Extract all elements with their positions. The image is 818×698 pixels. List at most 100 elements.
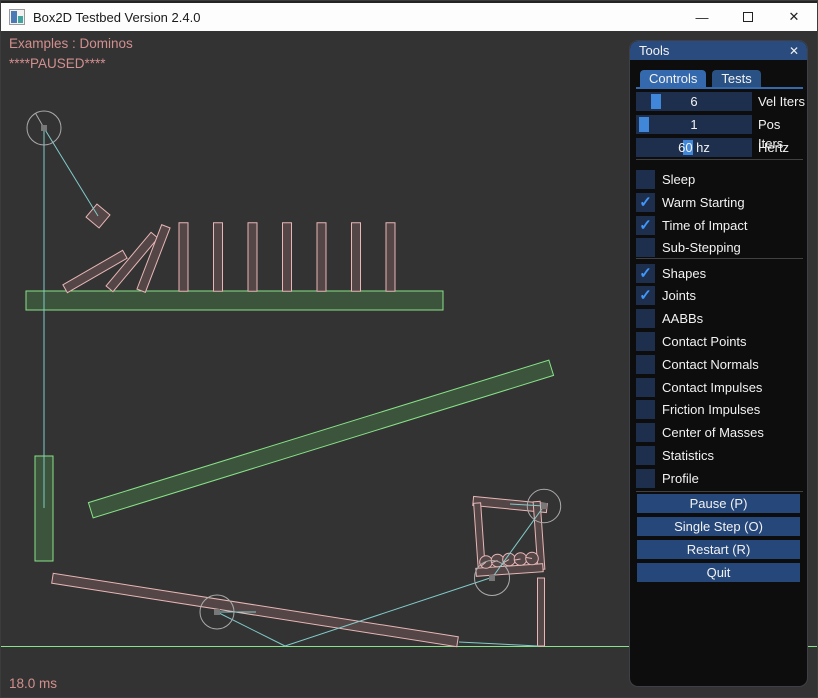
checkbox-label: Contact Points <box>662 332 747 351</box>
close-button[interactable]: ✕ <box>771 3 817 31</box>
checkbox-sleep[interactable] <box>636 170 655 189</box>
domino-10 <box>386 223 395 292</box>
checkbox-row-sleep: Sleep <box>636 170 808 189</box>
checkbox-row-warm-starting: ✓ Warm Starting <box>636 193 808 212</box>
checkbox-contact-normals[interactable] <box>636 355 655 374</box>
checkbox-label: Center of Masses <box>662 423 764 442</box>
tab-tests[interactable]: Tests <box>712 70 760 87</box>
slider-value: 6 <box>636 92 752 111</box>
checkbox-label: Warm Starting <box>662 193 745 212</box>
checkbox-label: Contact Normals <box>662 355 759 374</box>
domino-9 <box>352 223 361 292</box>
shelf-top <box>26 291 443 310</box>
checkbox-contact-impulses[interactable] <box>636 378 655 397</box>
tools-panel: Tools ✕ Controls Tests 6 Vel Iters 1 Pos Ite… <box>629 40 808 687</box>
checkbox-label: Sleep <box>662 170 695 189</box>
checkbox-label: AABBs <box>662 309 703 328</box>
separator <box>636 491 803 492</box>
tab-controls[interactable]: Controls <box>640 70 706 87</box>
checkbox-row-time-of-impact: ✓ Time of Impact <box>636 216 808 235</box>
frame-time-label: 18.0 ms <box>9 676 57 691</box>
checkbox-label: Contact Impulses <box>662 378 762 397</box>
checkbox-row-contact-normals: Contact Normals <box>636 355 808 374</box>
seesaw-plank <box>52 573 459 646</box>
check-icon: ✓ <box>639 286 652 305</box>
separator <box>636 258 803 259</box>
joint-anchor <box>41 125 47 131</box>
checkbox-row-profile: Profile <box>636 469 808 488</box>
maximize-button[interactable] <box>725 3 771 31</box>
checkbox-row-shapes: ✓ Shapes <box>636 264 808 283</box>
tab-underline <box>636 87 803 89</box>
checkbox-label: Profile <box>662 469 699 488</box>
window-title: Box2D Testbed Version 2.4.0 <box>33 10 200 25</box>
domino-5 <box>214 223 223 292</box>
check-icon: ✓ <box>639 264 652 283</box>
window-titlebar: Box2D Testbed Version 2.4.0 —✕ <box>1 1 817 31</box>
pause-p-button[interactable]: Pause (P) <box>637 494 800 513</box>
app-icon <box>9 9 25 25</box>
domino-6 <box>248 223 257 292</box>
domino-4 <box>179 223 188 292</box>
single-step-o-button[interactable]: Single Step (O) <box>637 517 800 536</box>
checkbox-contact-points[interactable] <box>636 332 655 351</box>
ramp <box>88 360 553 518</box>
tools-panel-title: Tools <box>639 43 669 58</box>
window-controls: —✕ <box>679 3 817 31</box>
joint-anchor <box>541 503 547 509</box>
checkbox-row-statistics: Statistics <box>636 446 808 465</box>
checkbox-row-aabbs: AABBs <box>636 309 808 328</box>
restart-r-button[interactable]: Restart (R) <box>637 540 800 559</box>
tools-panel-titlebar: Tools ✕ <box>630 41 807 60</box>
checkbox-warm-starting[interactable]: ✓ <box>636 193 655 212</box>
checkbox-label: Friction Impulses <box>662 400 760 419</box>
checkbox-label: Joints <box>662 286 696 305</box>
checkbox-label: Time of Impact <box>662 216 747 235</box>
slider-value: 1 <box>636 115 752 134</box>
separator <box>636 159 803 160</box>
domino-7 <box>283 223 292 292</box>
checkbox-center-of-masses[interactable] <box>636 423 655 442</box>
slider-row-pos-iters: 1 Pos Iters <box>636 115 808 134</box>
panel-close-icon[interactable]: ✕ <box>789 44 799 58</box>
checkbox-profile[interactable] <box>636 469 655 488</box>
checkbox-aabbs[interactable] <box>636 309 655 328</box>
checkbox-row-contact-points: Contact Points <box>636 332 808 351</box>
check-icon: ✓ <box>639 216 652 235</box>
checkbox-statistics[interactable] <box>636 446 655 465</box>
quit-button[interactable]: Quit <box>637 563 800 582</box>
checkbox-joints[interactable]: ✓ <box>636 286 655 305</box>
slider-value: 60 hz <box>636 138 752 157</box>
checkbox-time-of-impact[interactable]: ✓ <box>636 216 655 235</box>
checkbox-label: Shapes <box>662 264 706 283</box>
checkbox-row-joints: ✓ Joints <box>636 286 808 305</box>
checkbox-sub-stepping[interactable] <box>636 238 655 257</box>
checkbox-shapes[interactable]: ✓ <box>636 264 655 283</box>
joint-anchor <box>489 575 495 581</box>
checkbox-row-sub-stepping: Sub-Stepping <box>636 238 808 257</box>
check-icon: ✓ <box>639 193 652 212</box>
checkbox-row-center-of-masses: Center of Masses <box>636 423 808 442</box>
domino-8 <box>317 223 326 292</box>
simulation-canvas[interactable]: Examples : Dominos ****PAUSED**** 18.0 m… <box>1 31 818 698</box>
joint-anchor <box>214 609 220 615</box>
app-window: Box2D Testbed Version 2.4.0 —✕ Examples … <box>0 0 818 698</box>
maximize-icon <box>743 12 753 22</box>
checkbox-row-friction-impulses: Friction Impulses <box>636 400 808 419</box>
checkbox-label: Statistics <box>662 446 714 465</box>
tab-bar: Controls Tests <box>640 70 761 87</box>
support-post <box>538 578 545 646</box>
checkbox-friction-impulses[interactable] <box>636 400 655 419</box>
slider-row-hertz: 60 hz Hertz <box>636 138 808 157</box>
example-label: Examples : Dominos <box>9 36 133 51</box>
slider-row-vel-iters: 6 Vel Iters <box>636 92 808 111</box>
checkbox-label: Sub-Stepping <box>662 238 741 257</box>
minimize-button[interactable]: — <box>679 3 725 31</box>
checkbox-row-contact-impulses: Contact Impulses <box>636 378 808 397</box>
slider-label: Pos Iters <box>758 115 808 134</box>
joint-line <box>459 642 538 646</box>
joint-line <box>44 128 98 216</box>
paused-label: ****PAUSED**** <box>9 56 106 71</box>
slider-label: Vel Iters <box>758 92 805 111</box>
slider-label: Hertz <box>758 138 789 157</box>
